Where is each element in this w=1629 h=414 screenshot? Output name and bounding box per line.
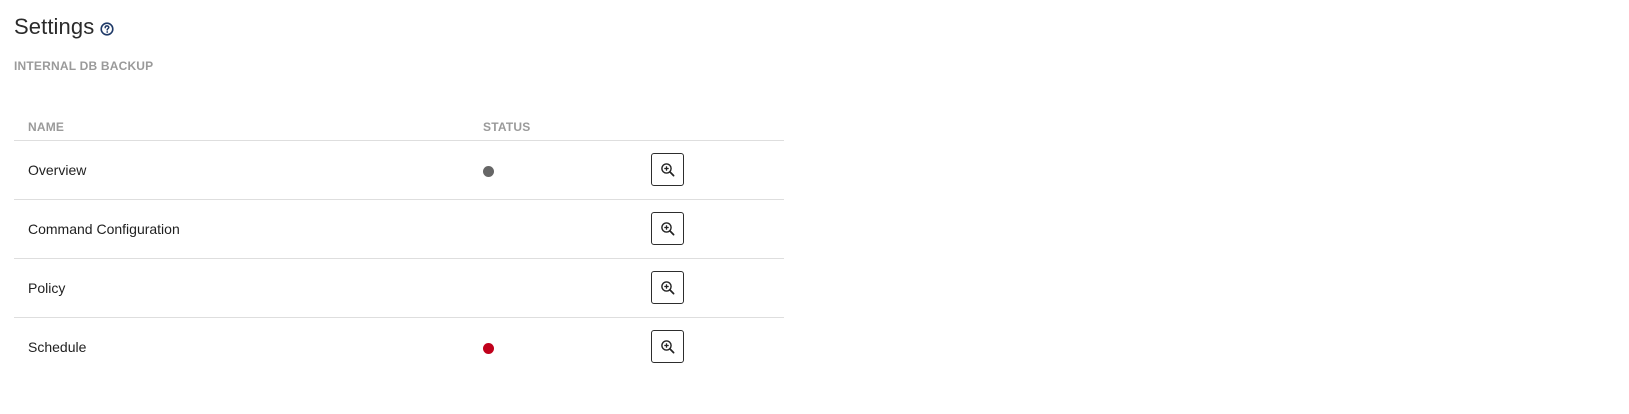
- settings-table: NAME STATUS Overview Command Configurati…: [14, 113, 784, 376]
- section-label: INTERNAL DB BACKUP: [14, 59, 154, 73]
- column-header-name: NAME: [28, 120, 65, 134]
- table-row: Policy: [14, 259, 784, 318]
- table-row: Overview: [14, 141, 784, 200]
- view-details-button[interactable]: [651, 330, 684, 363]
- zoom-in-icon: [660, 280, 676, 296]
- view-details-button[interactable]: [651, 153, 684, 186]
- settings-page: Settings INTERNAL DB BACKUP NAME STATUS …: [0, 0, 1629, 414]
- table-row: Schedule: [14, 318, 784, 376]
- view-details-button[interactable]: [651, 212, 684, 245]
- row-name: Overview: [28, 162, 87, 178]
- help-icon[interactable]: [100, 21, 114, 36]
- column-header-status: STATUS: [483, 120, 531, 134]
- row-name: Schedule: [28, 339, 87, 355]
- zoom-in-icon: [660, 162, 676, 178]
- page-header: Settings: [14, 14, 114, 40]
- zoom-in-icon: [660, 221, 676, 237]
- page-title: Settings: [14, 14, 95, 39]
- row-name: Policy: [28, 280, 66, 296]
- table-header: NAME STATUS: [14, 113, 784, 141]
- zoom-in-icon: [660, 339, 676, 355]
- status-indicator: [483, 166, 494, 177]
- row-name: Command Configuration: [28, 221, 180, 237]
- status-indicator: [483, 343, 494, 354]
- view-details-button[interactable]: [651, 271, 684, 304]
- table-row: Command Configuration: [14, 200, 784, 259]
